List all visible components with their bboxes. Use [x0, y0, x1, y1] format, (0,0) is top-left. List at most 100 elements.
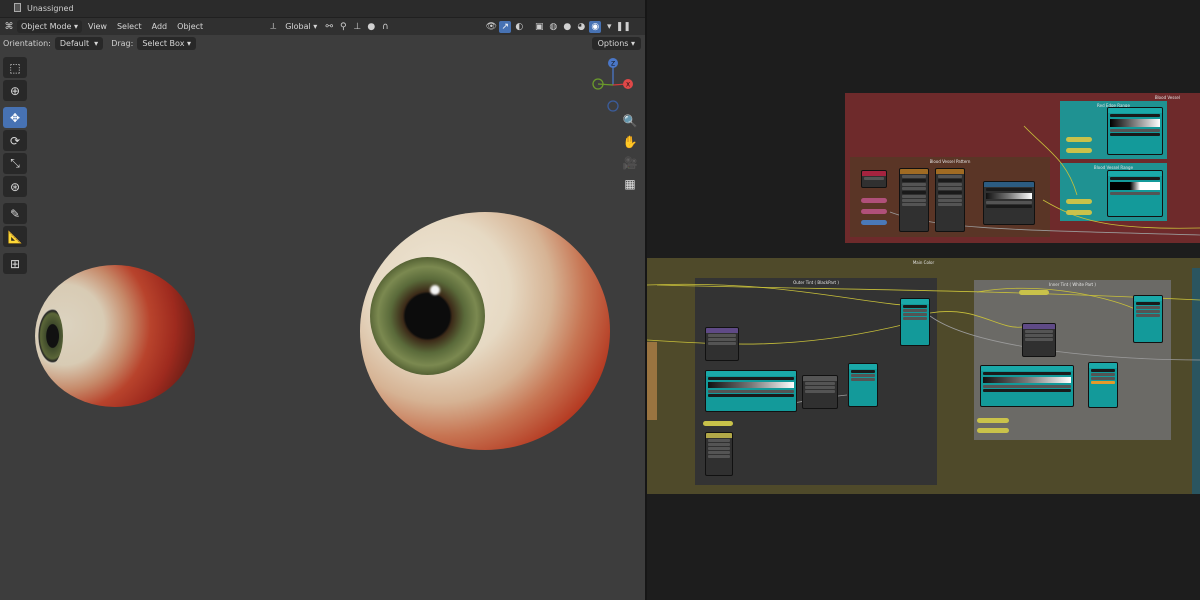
3d-viewport[interactable]: Unassigned ⌘ Object Mode ▾ View Select A… — [0, 0, 645, 600]
tool-settings-bar: Orientation: Default ▾ Drag: Select Box … — [0, 35, 645, 52]
falloff-icon[interactable]: ∩ — [379, 21, 391, 33]
snap-icon[interactable]: ⚲ — [337, 21, 349, 33]
eyeball-right[interactable] — [360, 212, 610, 450]
select-box-icon: ⬚ — [9, 60, 21, 75]
node-reroute-k[interactable] — [977, 428, 1009, 433]
shading-options-icon[interactable]: ▾ — [603, 21, 615, 33]
scale-icon: ⤡ — [10, 156, 20, 170]
node-colorramp-outer[interactable] — [705, 370, 797, 412]
measure-icon: 📐 — [7, 229, 23, 244]
rendered-shading-icon[interactable]: ◉ — [589, 20, 602, 33]
select-box-tool[interactable]: ⬚ — [3, 57, 27, 78]
pan-hand-icon[interactable]: ✋ — [621, 133, 639, 151]
mode-dropdown[interactable]: Object Mode ▾ — [17, 20, 82, 33]
node-vector-math-a[interactable] — [899, 168, 929, 232]
move-tool[interactable]: ✥ — [3, 107, 27, 128]
node-mix-inner-b[interactable] — [1088, 362, 1118, 408]
shader-node-editor[interactable]: Blood Vessel Red Edge Range Blood Vessel… — [647, 0, 1200, 600]
options-label: Options — [597, 39, 629, 48]
snap-target-icon[interactable]: ⊥ — [351, 21, 363, 33]
menu-select[interactable]: Select — [113, 20, 146, 33]
navigation-gizmo[interactable]: Z X — [585, 55, 635, 115]
overlay-icon[interactable]: ◐ — [513, 21, 525, 33]
node-reroute-a[interactable] — [1066, 137, 1092, 142]
gizmo-toggle-icon[interactable]: ↗ — [499, 20, 512, 33]
node-reroute-g[interactable] — [861, 220, 887, 225]
editor-type-icon[interactable]: ⌘ — [3, 21, 15, 33]
material-slot-label: Unassigned — [27, 4, 74, 13]
menu-view[interactable]: View — [84, 20, 111, 33]
node-colorramp-inner[interactable] — [980, 365, 1074, 407]
node-mix-outer[interactable] — [900, 298, 930, 346]
node-math-outer[interactable] — [705, 327, 739, 361]
node-input-a[interactable] — [861, 170, 887, 188]
scale-tool[interactable]: ⤡ — [3, 153, 27, 174]
gizmo-z-label: Z — [611, 61, 615, 68]
menu-object[interactable]: Object — [173, 20, 207, 33]
frame-right-edge-teal — [1192, 268, 1200, 494]
annotate-tool[interactable]: ✎ — [3, 203, 27, 224]
add-cube-tool[interactable]: ⊞ — [3, 253, 27, 274]
node-reroute-b[interactable] — [1066, 148, 1092, 153]
pause-icon[interactable]: ❚❚ — [616, 21, 631, 33]
camera-icon[interactable]: 🎥 — [621, 154, 639, 172]
transform-orientation-label: Global — [285, 22, 311, 31]
drag-dropdown[interactable]: Select Box ▾ — [137, 37, 196, 50]
node-mix-outer-b[interactable] — [848, 363, 878, 407]
eyeball-left-iris — [37, 307, 63, 365]
material-icon — [14, 3, 21, 12]
measure-tool[interactable]: 📐 — [3, 226, 27, 247]
orientation-label: Orientation: — [3, 39, 51, 48]
node-reroute-j[interactable] — [977, 418, 1009, 423]
node-reroute-c[interactable] — [1066, 199, 1092, 204]
drag-value: Select Box — [142, 39, 185, 48]
node-header — [1108, 171, 1162, 176]
gizmo-neg-z-axis[interactable] — [607, 100, 619, 112]
node-mix-inner[interactable] — [1133, 295, 1163, 343]
gizmo-x-label: X — [626, 82, 630, 89]
orientation-dropdown[interactable]: Default ▾ — [54, 37, 104, 50]
material-strip: Unassigned — [0, 0, 645, 18]
node-math-inner[interactable] — [1022, 323, 1056, 357]
zoom-icon[interactable]: 🔍 — [621, 112, 639, 130]
rotate-icon: ⟳ — [9, 133, 21, 148]
solid-shading-icon[interactable]: ● — [561, 21, 573, 33]
node-mapping-outer[interactable] — [705, 432, 733, 476]
cursor-tool[interactable]: ⊕ — [3, 80, 27, 101]
viewport-header: ⌘ Object Mode ▾ View Select Add Object ⟂… — [0, 18, 645, 35]
viewport-nav-tools: 🔍 ✋ 🎥 ▦ — [621, 112, 641, 196]
drag-label: Drag: — [111, 39, 134, 48]
node-blood-vessel-colorramp[interactable] — [1107, 170, 1163, 217]
transform-tool[interactable]: ⊛ — [3, 176, 27, 197]
node-reroute-i[interactable] — [1019, 290, 1049, 295]
eyeball-right-iris — [370, 257, 485, 375]
pivot-icon[interactable]: ⚯ — [323, 21, 335, 33]
node-reroute-d[interactable] — [1066, 210, 1092, 215]
options-dropdown[interactable]: Options ▾ — [591, 37, 641, 50]
rotate-tool[interactable]: ⟳ — [3, 130, 27, 151]
menu-add[interactable]: Add — [148, 20, 172, 33]
node-color-ramp-pattern[interactable] — [983, 181, 1035, 225]
material-shading-icon[interactable]: ◕ — [575, 21, 587, 33]
node-reroute-h[interactable] — [703, 421, 733, 426]
frame-blood-vessel-pattern-label: Blood Vessel Pattern — [929, 159, 971, 164]
tool-shelf: ⬚ ⊕ ✥ ⟳ ⤡ ⊛ ✎ 📐 ⊞ — [3, 57, 29, 276]
node-red-edge-colorramp[interactable] — [1107, 107, 1163, 155]
frame-inner-tint-label: Inner Tint ( White Part ) — [1049, 282, 1096, 287]
transform-icon: ⊛ — [9, 179, 21, 194]
frame-main-color-label: Main Color — [912, 260, 935, 265]
material-slot[interactable]: Unassigned — [14, 3, 74, 13]
node-reroute-f[interactable] — [861, 209, 887, 214]
move-icon: ✥ — [9, 110, 21, 125]
node-vector-math-b[interactable] — [935, 168, 965, 232]
transform-orientation-dropdown[interactable]: Global ▾ — [281, 20, 321, 33]
add-cube-icon: ⊞ — [9, 256, 21, 271]
node-hsv-outer[interactable] — [802, 375, 838, 409]
eyeball-left[interactable] — [35, 265, 195, 407]
proportional-edit-icon[interactable]: ● — [365, 21, 377, 33]
node-reroute-e[interactable] — [861, 198, 887, 203]
visibility-icon[interactable]: 👁 — [485, 21, 497, 33]
wireframe-shading-icon[interactable]: ◍ — [547, 21, 559, 33]
grid-icon[interactable]: ▦ — [621, 175, 639, 193]
xray-icon[interactable]: ▣ — [533, 21, 545, 33]
